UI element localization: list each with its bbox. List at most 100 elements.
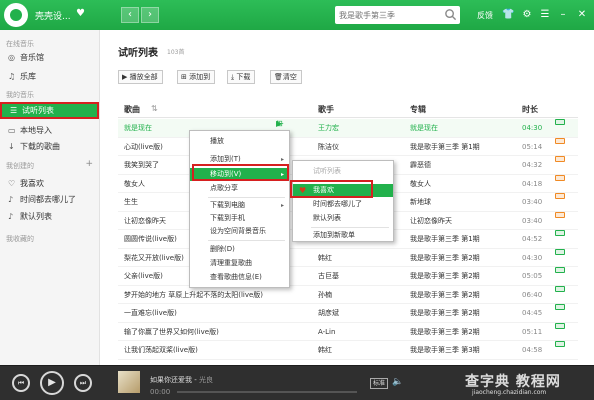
table-row[interactable]: 输了你赢了世界又如何(live版) A-Lin 我是歌手第三季 第2期 05:11 xyxy=(118,322,578,341)
clear-button[interactable]: 🗑清空 xyxy=(270,70,302,84)
column-artist[interactable]: 歌手 xyxy=(318,104,334,115)
title-bar: 壳壳设... ♥ ‹ › 反馈 👕 ⚙ ☰ – ✕ xyxy=(0,0,594,30)
song-artist: 孙楠 xyxy=(318,290,332,299)
menu-item-share[interactable]: 点歌分享 xyxy=(190,182,289,195)
column-time[interactable]: 时长 xyxy=(522,104,538,115)
more-icon[interactable]: ⋯ xyxy=(276,119,284,129)
sidebar: 在线音乐 ◎ 音乐馆 ♫ 乐库 我的音乐 ☰ 试听列表 ▭ 本地导入 ↓ 下载的歌曲 我创… xyxy=(0,30,100,365)
song-artist: 古巨基 xyxy=(318,272,339,280)
quality-badge-icon xyxy=(555,267,565,273)
menu-separator xyxy=(208,197,285,198)
song-duration: 03:40 xyxy=(522,198,543,206)
menu-icon[interactable]: ☰ xyxy=(539,9,551,21)
quality-button[interactable]: 标准 xyxy=(370,378,389,389)
song-duration: 04:45 xyxy=(522,309,543,317)
submenu-item-trial-list: 试听列表 xyxy=(313,167,341,175)
play-all-button[interactable]: ▶ 播放全部 xyxy=(118,70,163,84)
shirt-icon[interactable]: 👕 xyxy=(502,9,514,21)
sidebar-item-library[interactable]: ♫ 乐库 xyxy=(0,70,99,83)
heart-icon: ♡ xyxy=(8,179,16,188)
song-artist: 陈洁仪 xyxy=(318,142,339,151)
play-icon: ▶ xyxy=(122,73,130,81)
playlist-icon: ♪ xyxy=(8,195,14,204)
song-title: 让我们荡起双桨(live版) xyxy=(124,346,198,354)
sidebar-item-downloaded[interactable]: ↓ 下载的歌曲 xyxy=(0,140,99,153)
sidebar-item-default-list[interactable]: ♪ 默认列表 xyxy=(0,210,99,223)
quality-badge-icon xyxy=(555,285,565,292)
song-album: 我是歌手第三季 第1期 xyxy=(410,142,480,151)
song-title: 梦开始的地方 草原上升起不落的太阳(live版) xyxy=(124,290,264,299)
minimize-icon[interactable]: – xyxy=(557,9,569,21)
section-created: 我创建的 xyxy=(6,162,34,170)
submenu-item-where-time-went[interactable]: 时间都去哪儿了 xyxy=(293,198,393,211)
sort-icon[interactable]: ⇅ xyxy=(151,104,158,113)
table-row[interactable]: 心动(live版) 陈洁仪 我是歌手第三季 第1期 05:14 xyxy=(118,137,578,156)
library-icon: ♫ xyxy=(8,72,16,81)
song-duration: 03:40 xyxy=(522,216,543,225)
table-row[interactable]: 一直难忘(live版) 胡彦斌 我是歌手第三季 第2期 04:45 xyxy=(118,304,578,323)
sidebar-item-favorites[interactable]: ♡ 我喜欢 xyxy=(0,177,99,190)
column-album[interactable]: 专辑 xyxy=(410,104,426,115)
song-duration: 05:14 xyxy=(522,142,543,151)
app-logo-icon xyxy=(4,3,28,27)
add-playlist-button[interactable]: + xyxy=(85,159,93,169)
search-icon[interactable] xyxy=(444,8,457,21)
table-row[interactable]: 就是现在 王力宏 就是现在 04:30 ▶ ⊞ ⤓ ⋯ xyxy=(118,119,578,138)
highlight-box xyxy=(192,164,289,181)
prev-icon[interactable]: ⏮ xyxy=(12,374,30,392)
submenu-item-default-list[interactable]: 默认列表 xyxy=(293,212,393,225)
album-cover[interactable] xyxy=(118,371,140,393)
music-hall-icon: ◎ xyxy=(8,53,15,62)
volume-icon[interactable]: 🔈 xyxy=(392,377,403,389)
sidebar-item-trial-list[interactable]: ☰ 试听列表 xyxy=(0,102,99,119)
play-icon[interactable]: ▶ xyxy=(40,371,64,395)
search-input[interactable] xyxy=(339,8,439,22)
table-row[interactable]: 让我们荡起双桨(live版) 韩红 我是歌手第三季 第3期 04:58 xyxy=(118,341,578,360)
song-album: 我是歌手第三季 第1期 xyxy=(410,235,480,243)
close-icon[interactable]: ✕ xyxy=(576,9,588,21)
song-album: 我是歌手第三季 第3期 xyxy=(410,346,480,354)
playlist-icon: ♪ xyxy=(8,212,14,221)
table-header: 歌曲 ⇅ 歌手 专辑 时长 xyxy=(118,102,578,118)
progress-bar[interactable] xyxy=(177,391,357,393)
table-row[interactable]: 梨花又开放(live版) 韩红 我是歌手第三季 第2期 04:30 xyxy=(118,248,578,267)
forward-button[interactable]: › xyxy=(141,7,159,23)
column-title[interactable]: 歌曲 xyxy=(124,104,140,115)
folder-icon: ▭ xyxy=(8,126,16,135)
song-album: 我是歌手第三季 第2期 xyxy=(410,309,480,317)
add-to-button[interactable]: ⊞ 添加到 xyxy=(177,70,216,84)
song-duration: 04:30 xyxy=(522,253,543,262)
section-online-music: 在线音乐 xyxy=(6,40,34,48)
menu-item-delete[interactable]: 删除(D) xyxy=(190,243,289,256)
menu-item-download-phone[interactable]: 下载到手机 xyxy=(190,212,289,225)
submenu-move-to: 试听列表 ♥ 我喜欢 时间都去哪儿了 默认列表 添加到新歌单 xyxy=(292,160,394,242)
context-menu: 播放 添加到(T) ▸ 移动到(V) ▸ 点歌分享 下载到电脑 ▸ 下载到手机 设为空… xyxy=(189,130,290,288)
table-row[interactable]: 梦开始的地方 草原上升起不落的太阳(live版) 孙楠 我是歌手第三季 第2期 06:… xyxy=(118,285,578,304)
download-button[interactable]: ⤓ 下载 xyxy=(227,70,256,84)
song-duration: 04:52 xyxy=(522,235,543,243)
menu-item-song-info[interactable]: 查看歌曲信息(E) xyxy=(190,271,289,284)
table-row[interactable]: 父亲(live版) 古巨基 我是歌手第三季 第2期 05:05 xyxy=(118,267,578,286)
menu-item-set-bgm[interactable]: 设为空间背景音乐 xyxy=(190,225,289,238)
username[interactable]: 壳壳设... xyxy=(35,9,71,22)
sidebar-item-music-hall[interactable]: ◎ 音乐馆 xyxy=(0,51,99,64)
quality-badge-icon xyxy=(555,322,565,329)
song-duration: 04:32 xyxy=(522,161,543,169)
menu-item-download-pc[interactable]: 下载到电脑 ▸ xyxy=(190,199,289,212)
submenu-item-new-playlist[interactable]: 添加到新歌单 xyxy=(293,229,393,242)
song-duration: 06:40 xyxy=(522,290,543,299)
menu-item-play[interactable]: 播放 xyxy=(190,135,289,148)
song-artist: A-Lin xyxy=(318,327,336,336)
chevron-right-icon: ▸ xyxy=(280,202,284,209)
heart-diamond-icon[interactable]: ♥ xyxy=(76,8,85,19)
song-title: 一直难忘(live版) xyxy=(124,309,177,317)
quality-badge-icon xyxy=(555,193,565,199)
section-collected: 我收藏的 xyxy=(6,235,34,243)
sidebar-item-local-import[interactable]: ▭ 本地导入 xyxy=(0,124,99,137)
next-icon[interactable]: ⏭ xyxy=(74,374,92,392)
gear-icon[interactable]: ⚙ xyxy=(521,9,533,21)
back-button[interactable]: ‹ xyxy=(121,7,139,23)
feedback-link[interactable]: 反馈 xyxy=(477,10,493,21)
sidebar-item-where-time-went[interactable]: ♪ 时间都去哪儿了 xyxy=(0,193,99,206)
menu-item-clean-duplicates[interactable]: 清理重复歌曲 xyxy=(190,257,289,270)
